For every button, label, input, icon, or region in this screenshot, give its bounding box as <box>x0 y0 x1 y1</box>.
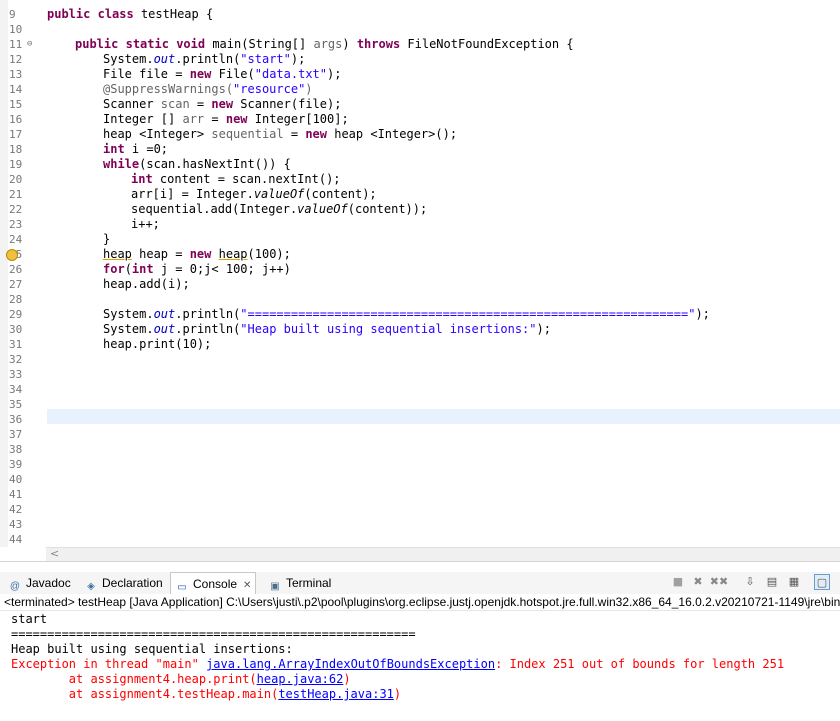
line-number: 32 <box>9 353 23 366</box>
line-number: 18 <box>9 143 23 156</box>
tab-label: Javadoc <box>26 576 71 590</box>
line-number: 25 <box>6 247 46 262</box>
line-number: 9 <box>9 8 16 21</box>
tab-label: Console <box>193 577 238 591</box>
code-line-19: while(scan.hasNextInt()) { <box>103 157 291 171</box>
code-line-22: sequential.add(Integer.valueOf(content))… <box>131 202 428 216</box>
stack-trace-link-testheap[interactable]: testHeap.java:31 <box>278 687 394 701</box>
console-icon: ▭ <box>177 582 187 593</box>
line-number: 28 <box>9 293 23 306</box>
line-number: 30 <box>9 323 23 336</box>
line-number: 15 <box>9 98 23 111</box>
code-line-15: Scanner scan = new Scanner(file); <box>103 97 342 111</box>
line-number: 41 <box>9 488 23 501</box>
code-line-20: int content = scan.nextInt(); <box>131 172 341 186</box>
line-number: 21 <box>9 188 23 201</box>
line-number: 23 <box>9 218 23 231</box>
console-line: ========================================… <box>11 627 416 641</box>
line-number: 34 <box>9 383 23 396</box>
line-number: 27 <box>9 278 23 291</box>
line-number: 14 <box>9 83 23 96</box>
tab-terminal[interactable]: ▣ Terminal <box>268 572 331 594</box>
line-number: 22 <box>9 203 23 216</box>
code-line-25: heap heap = new heap(100); <box>103 247 291 261</box>
line-number: 40 <box>9 473 23 486</box>
line-number: 31 <box>9 338 23 351</box>
stack-trace-line: at assignment4.testHeap.main(testHeap.ja… <box>11 687 402 701</box>
tab-declaration[interactable]: ◈ Declaration <box>84 572 163 594</box>
code-line-12: System.out.println("start"); <box>103 52 306 66</box>
overview-ruler <box>0 0 8 547</box>
line-number: 42 <box>9 503 23 516</box>
line-number: 20 <box>9 173 23 186</box>
line-number: 12 <box>9 53 23 66</box>
line-number: 10 <box>9 23 23 36</box>
line-number: 26 <box>9 263 23 276</box>
panel-tab-bar: @ Javadoc ◈ Declaration ▭ Console ✕ ▣ Termina… <box>0 572 840 594</box>
code-editor[interactable]: 9 101112 13 14 15 16 17 18 19 20 21 22 23 242526 27 28 2… <box>0 0 840 547</box>
line-number: 39 <box>9 458 23 471</box>
line-number: 29 <box>9 308 23 321</box>
open-console-icon[interactable]: ▢ <box>814 574 830 590</box>
line-number: 44 <box>9 533 23 546</box>
display-console-icon[interactable]: ▦ <box>786 574 802 590</box>
line-number: 36 <box>9 413 23 426</box>
code-line-30: System.out.println("Heap built using seq… <box>103 322 551 336</box>
bottom-panel: @ Javadoc ◈ Declaration ▭ Console ✕ ▣ Termina… <box>0 561 840 721</box>
exception-class-link[interactable]: java.lang.ArrayIndexOutOfBoundsException <box>206 657 495 671</box>
horizontal-scrollbar[interactable]: < <box>46 547 840 561</box>
tab-label: Terminal <box>286 576 332 590</box>
line-number: 13 <box>9 68 23 81</box>
code-line-18: int i =0; <box>103 142 169 156</box>
code-line-13: File file = new File("data.txt"); <box>103 67 342 81</box>
line-number: 17 <box>9 128 23 141</box>
code-line-9: public class testHeap { <box>47 7 214 21</box>
line-number: 19 <box>9 158 23 171</box>
console-line: Heap built using sequential insertions: <box>11 642 293 656</box>
console-output[interactable]: start ==================================… <box>0 612 840 721</box>
console-line: start <box>11 612 48 626</box>
remove-launch-icon[interactable]: ✖ <box>690 574 706 590</box>
code-line-27: heap.add(i); <box>103 277 190 291</box>
tab-console[interactable]: ▭ Console ✕ <box>170 572 257 594</box>
code-line-23: i++; <box>131 217 160 231</box>
code-line-26: for(int j = 0;j< 100; j++) <box>103 262 291 276</box>
line-number: 35 <box>9 398 23 411</box>
terminal-icon: ▣ <box>270 581 280 592</box>
declaration-icon: ◈ <box>87 581 95 592</box>
code-line-11: public static void main(String[] args) t… <box>75 37 574 51</box>
scroll-lock-icon[interactable]: ⇩ <box>742 574 758 590</box>
stack-trace-link-heap[interactable]: heap.java:62 <box>257 672 344 686</box>
tab-javadoc[interactable]: @ Javadoc <box>8 572 71 594</box>
code-line-24: } <box>103 232 111 246</box>
remove-all-launches-icon[interactable]: ✖✖ <box>708 574 730 590</box>
tab-label: Declaration <box>102 576 163 590</box>
code-line-17: heap <Integer> sequential = new heap <In… <box>103 127 458 141</box>
console-status-label: <terminated> testHeap [Java Application]… <box>0 594 840 611</box>
scroll-left-arrow-icon[interactable]: < <box>50 547 59 560</box>
code-line-14: @SuppressWarnings("resource") <box>103 82 313 96</box>
at-icon: @ <box>9 581 21 592</box>
line-number: 11 <box>8 37 46 52</box>
terminate-icon[interactable]: ■ <box>670 574 686 590</box>
close-tab-icon[interactable]: ✕ <box>243 580 251 591</box>
code-area[interactable]: public class testHeap { public static vo… <box>47 0 840 547</box>
stack-trace-line: at assignment4.heap.print(heap.java:62) <box>11 672 351 686</box>
line-number: 24 <box>9 233 23 246</box>
line-number-gutter: 9 101112 13 14 15 16 17 18 19 20 21 22 23 242526 27 28 2… <box>6 0 46 547</box>
code-line-16: Integer [] arr = new Integer[100]; <box>103 112 349 126</box>
code-line-29: System.out.println("====================… <box>103 307 710 321</box>
exception-line: Exception in thread "main" java.lang.Arr… <box>11 657 785 671</box>
line-number: 37 <box>9 428 23 441</box>
code-line-31: heap.print(10); <box>103 337 212 351</box>
line-number: 16 <box>9 113 23 126</box>
line-number: 33 <box>9 368 23 381</box>
code-line-21: arr[i] = Integer.valueOf(content); <box>131 187 377 201</box>
line-number: 38 <box>9 443 23 456</box>
pin-console-icon[interactable]: ▤ <box>764 574 780 590</box>
line-number: 43 <box>9 518 23 531</box>
